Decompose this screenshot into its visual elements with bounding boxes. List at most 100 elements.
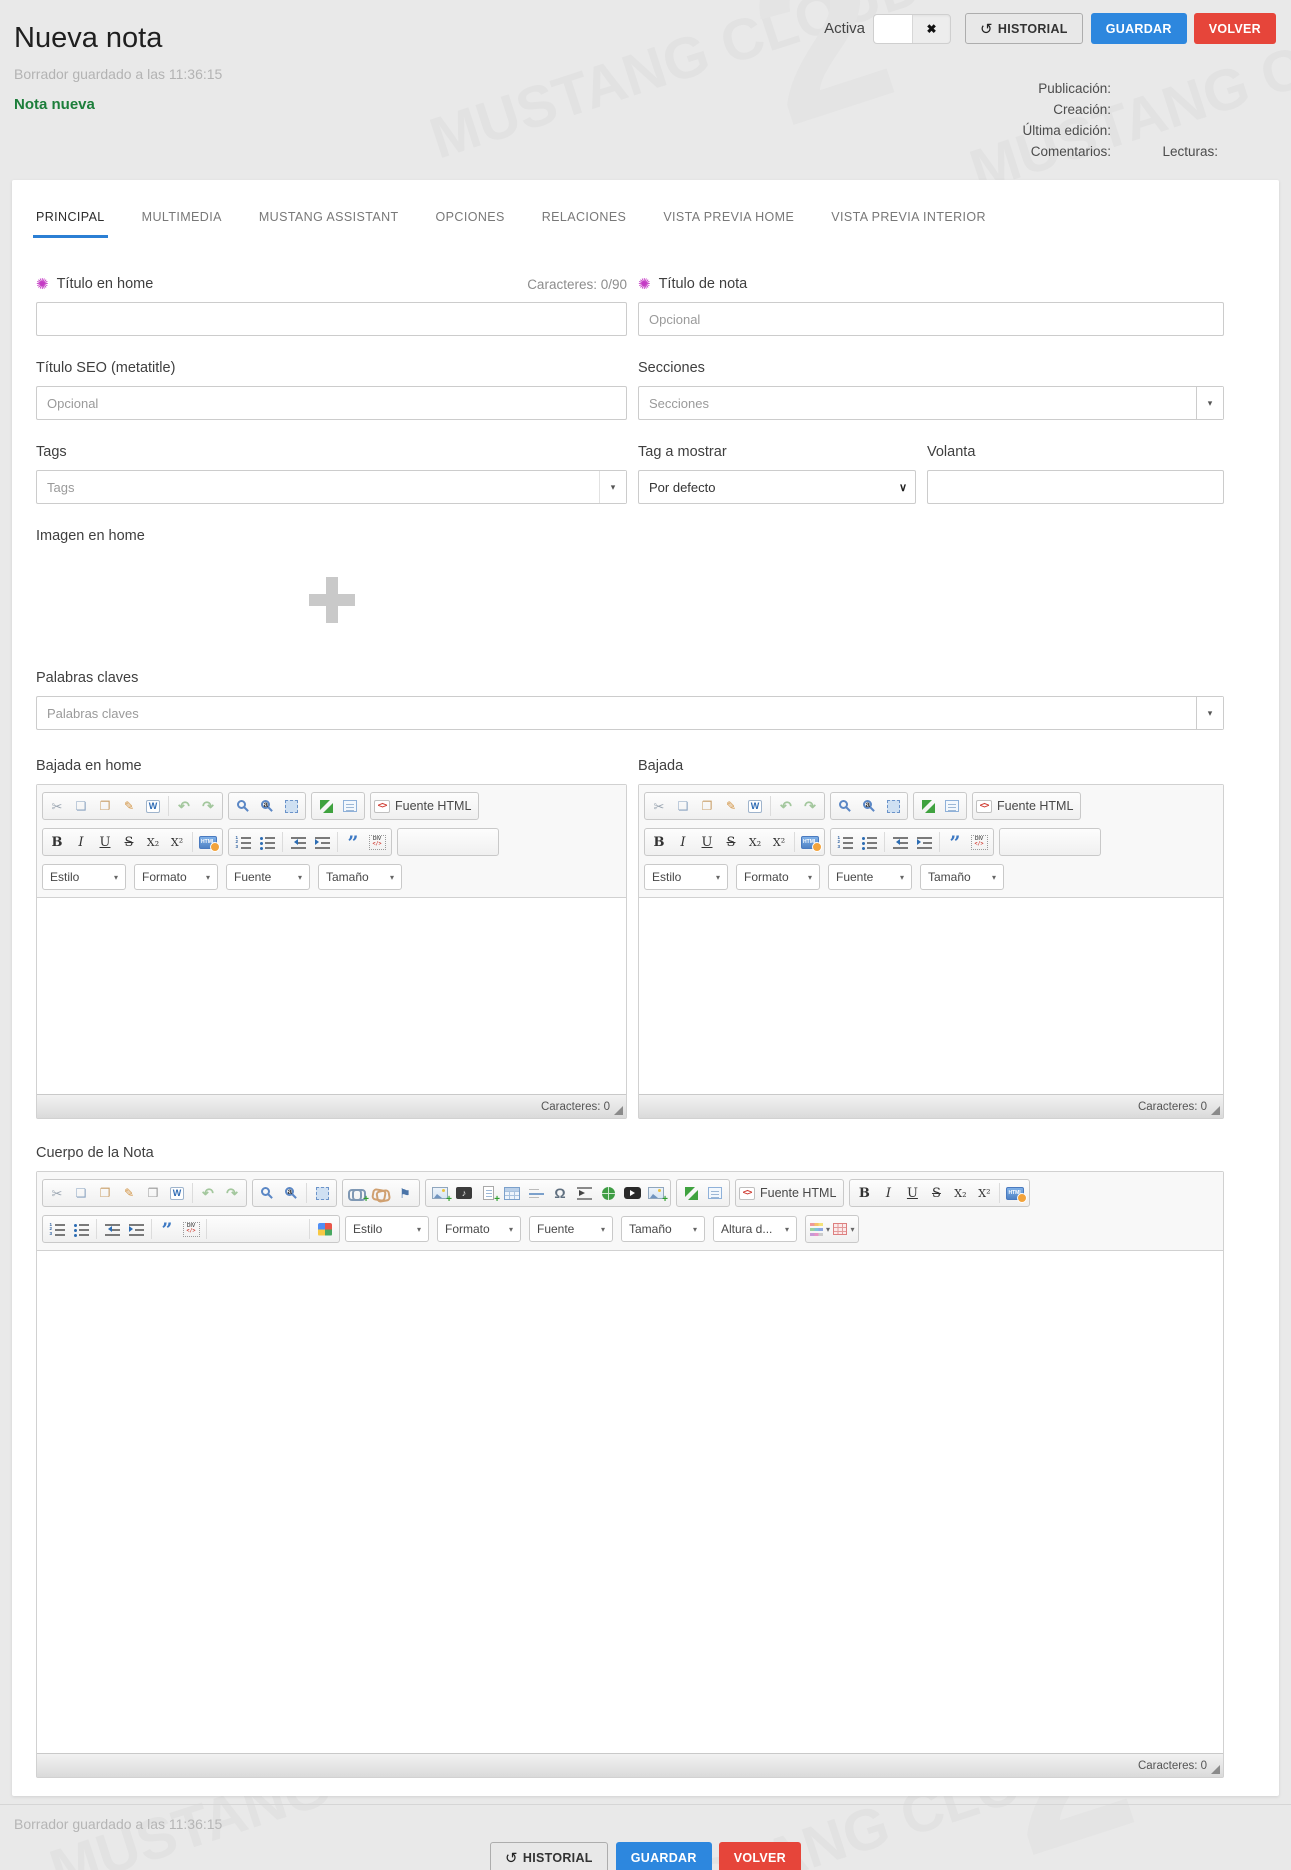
numbered-list-button[interactable] (231, 830, 255, 854)
bold-button[interactable]: B (45, 830, 69, 854)
altura-d-combo[interactable]: Altura d...▾ (713, 1216, 797, 1242)
globe-button[interactable] (596, 1181, 620, 1205)
outdent-button[interactable] (888, 830, 912, 854)
remove-html-button[interactable] (1003, 1181, 1027, 1205)
estilo-combo[interactable]: Estilo▾ (42, 864, 126, 890)
copy-button[interactable]: ❏ (671, 794, 695, 818)
doc-plus-button[interactable]: + (476, 1181, 500, 1205)
bulleted-list-button[interactable] (69, 1217, 93, 1241)
titulo-nota-input[interactable] (638, 302, 1224, 336)
cut-button[interactable]: ✂ (45, 794, 69, 818)
indent-button[interactable] (310, 830, 334, 854)
remove-html-button[interactable] (798, 830, 822, 854)
palabras-claves-dropdown-button[interactable]: ▾ (1196, 697, 1223, 729)
secciones-dropdown-button[interactable]: ▾ (1196, 387, 1223, 419)
find-button[interactable] (833, 794, 857, 818)
tama-o-combo[interactable]: Tamaño▾ (318, 864, 402, 890)
replace-button[interactable] (255, 794, 279, 818)
formato-combo[interactable]: Formato▾ (134, 864, 218, 890)
redo-button[interactable]: ↷ (220, 1181, 244, 1205)
align-center-button[interactable] (424, 830, 448, 854)
remove-html-button[interactable] (196, 830, 220, 854)
table-red-button[interactable]: ▾ (832, 1217, 856, 1241)
align-justify-button[interactable] (472, 830, 496, 854)
titulo-home-input[interactable] (36, 302, 627, 336)
link-button[interactable]: + (345, 1181, 369, 1205)
align-right-button[interactable] (1050, 830, 1074, 854)
align-center-button[interactable] (1026, 830, 1050, 854)
tag-a-mostrar-select[interactable]: Por defecto ∨ (638, 470, 916, 504)
history-button[interactable]: ↺ HISTORIAL (965, 13, 1083, 44)
paste-text-button[interactable]: ✎ (117, 1181, 141, 1205)
fuente-combo[interactable]: Fuente▾ (828, 864, 912, 890)
align-justify-button[interactable] (282, 1217, 306, 1241)
undo-button[interactable]: ↶ (172, 794, 196, 818)
superscript-button[interactable]: X² (972, 1181, 996, 1205)
image-button[interactable]: + (428, 1181, 452, 1205)
div-container-button[interactable] (179, 1217, 203, 1241)
maximize-button[interactable] (679, 1181, 703, 1205)
resize-handle[interactable] (1211, 1765, 1220, 1774)
tab-multimedia[interactable]: MULTIMEDIA (142, 210, 222, 238)
strike-button[interactable]: S (924, 1181, 948, 1205)
find-button[interactable] (231, 794, 255, 818)
paste-button[interactable]: ❐ (93, 1181, 117, 1205)
italic-button[interactable]: I (671, 830, 695, 854)
secciones-select[interactable]: Secciones ▾ (638, 386, 1224, 420)
align-left-button[interactable] (1002, 830, 1026, 854)
page-break-button[interactable] (572, 1181, 596, 1205)
div-container-button[interactable] (365, 830, 389, 854)
align-left-button[interactable] (210, 1217, 234, 1241)
google-maps-button[interactable] (313, 1217, 337, 1241)
underline-button[interactable]: U (93, 830, 117, 854)
tab-principal[interactable]: PRINCIPAL (36, 210, 105, 238)
subscript-button[interactable]: X₂ (948, 1181, 972, 1205)
tab-vista-previa-home[interactable]: VISTA PREVIA HOME (663, 210, 794, 238)
media-button[interactable]: ♪ (452, 1181, 476, 1205)
tama-o-combo[interactable]: Tamaño▾ (621, 1216, 705, 1242)
unlink-button[interactable] (369, 1181, 393, 1205)
cut-button[interactable]: ✂ (647, 794, 671, 818)
blockquote-button[interactable]: ” (341, 830, 365, 854)
paste-plain-button[interactable]: ❒ (141, 1181, 165, 1205)
subscript-button[interactable]: X₂ (141, 830, 165, 854)
tags-input[interactable] (37, 471, 626, 503)
subscript-button[interactable]: X₂ (743, 830, 767, 854)
italic-button[interactable]: I (69, 830, 93, 854)
numbered-list-button[interactable] (833, 830, 857, 854)
redo-button[interactable]: ↷ (798, 794, 822, 818)
align-left-button[interactable] (400, 830, 424, 854)
strike-button[interactable]: S (719, 830, 743, 854)
back-button[interactable]: VOLVER (1194, 13, 1276, 44)
table-button[interactable] (500, 1181, 524, 1205)
save-button[interactable]: GUARDAR (1091, 13, 1187, 44)
save-button[interactable]: GUARDAR (616, 1842, 712, 1870)
outdent-button[interactable] (100, 1217, 124, 1241)
bajada-editor-content[interactable] (639, 898, 1223, 1094)
copy-button[interactable]: ❏ (69, 1181, 93, 1205)
tab-vista-previa-interior[interactable]: VISTA PREVIA INTERIOR (831, 210, 986, 238)
italic-button[interactable]: I (876, 1181, 900, 1205)
tama-o-combo[interactable]: Tamaño▾ (920, 864, 1004, 890)
show-blocks-button[interactable] (940, 794, 964, 818)
source-button[interactable]: Fuente HTML (373, 794, 476, 818)
image-add-button[interactable]: + (644, 1181, 668, 1205)
superscript-button[interactable]: X² (165, 830, 189, 854)
paste-button[interactable]: ❐ (93, 794, 117, 818)
superscript-button[interactable]: X² (767, 830, 791, 854)
colors-grid-button[interactable]: ▾ (808, 1217, 832, 1241)
select-all-button[interactable] (881, 794, 905, 818)
tags-select[interactable]: ▾ (36, 470, 627, 504)
maximize-button[interactable] (314, 794, 338, 818)
indent-button[interactable] (912, 830, 936, 854)
add-image-icon[interactable] (309, 577, 355, 623)
undo-button[interactable]: ↶ (774, 794, 798, 818)
align-right-button[interactable] (448, 830, 472, 854)
underline-button[interactable]: U (695, 830, 719, 854)
source-button[interactable]: Fuente HTML (975, 794, 1078, 818)
bajada-home-editor-content[interactable] (37, 898, 626, 1094)
div-container-button[interactable] (967, 830, 991, 854)
youtube-button[interactable] (620, 1181, 644, 1205)
replace-button[interactable] (279, 1181, 303, 1205)
paste-word-button[interactable]: W (743, 794, 767, 818)
